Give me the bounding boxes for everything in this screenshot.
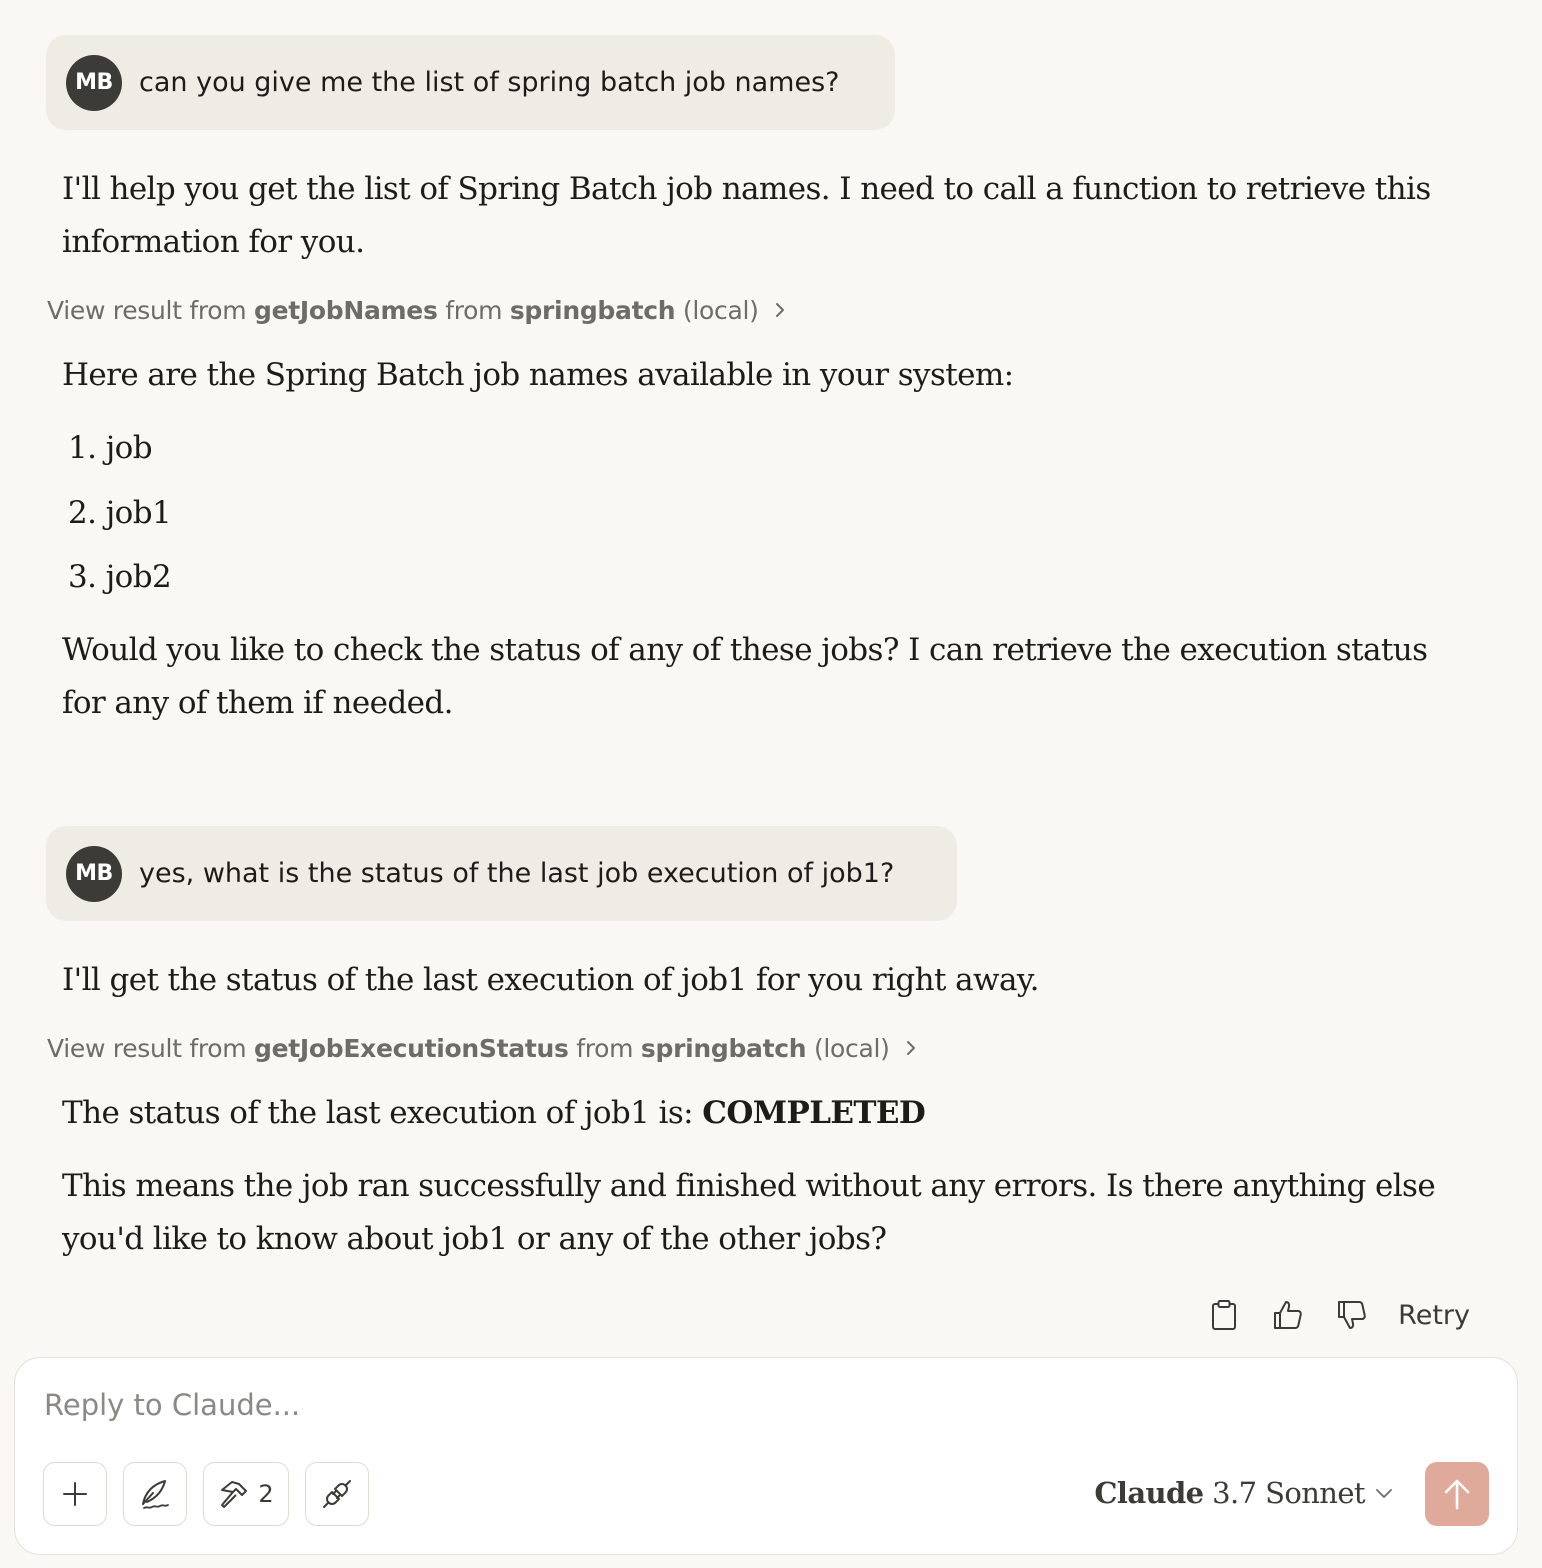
job-list: 1. job 2. job1 3. job2	[68, 416, 172, 610]
model-brand: Claude	[1094, 1476, 1204, 1510]
user-message-text: can you give me the list of spring batch…	[139, 67, 840, 98]
tool-result-prefix: View result from	[47, 295, 247, 325]
assistant-text: Here are the Spring Batch job names avai…	[62, 357, 1014, 393]
integrations-button[interactable]	[305, 1462, 369, 1526]
attach-button[interactable]	[43, 1462, 107, 1526]
chevron-down-icon	[1376, 1489, 1392, 1498]
tool-server-suffix: (local)	[682, 295, 759, 325]
chevron-right-icon	[775, 303, 784, 317]
hammer-icon	[221, 1481, 248, 1508]
tools-button[interactable]: 2	[203, 1462, 289, 1526]
style-button[interactable]	[123, 1462, 187, 1526]
tool-name: getJobNames	[253, 295, 438, 325]
list-item: 2. job1	[68, 481, 172, 546]
tool-result-mid: from	[445, 295, 503, 325]
tools-count: 2	[258, 1480, 274, 1508]
user-message: MB can you give me the list of spring ba…	[46, 35, 895, 130]
assistant-text: The status of the last execution of job1…	[62, 1087, 1442, 1140]
assistant-text: Would you like to check the status of an…	[62, 632, 1428, 721]
user-message: MB yes, what is the status of the last j…	[46, 826, 957, 921]
composer: 2 Claude 3.7 Sonnet	[14, 1357, 1518, 1555]
list-item: 1. job	[68, 416, 171, 481]
message-actions: Retry	[1204, 1290, 1470, 1340]
model-selector[interactable]: Claude 3.7 Sonnet	[1094, 1476, 1393, 1510]
thumbs-up-icon	[1274, 1301, 1302, 1329]
plug-icon	[323, 1480, 351, 1508]
tool-server: springbatch	[509, 295, 676, 325]
model-version: 3.7 Sonnet	[1212, 1476, 1365, 1510]
copy-button[interactable]	[1204, 1295, 1244, 1335]
list-item-number: 2.	[68, 494, 97, 531]
tool-result-link[interactable]: View result from getJobExecutionStatus f…	[47, 1030, 918, 1066]
status-prefix: The status of the last execution of job1…	[62, 1095, 694, 1131]
tool-name: getJobExecutionStatus	[253, 1033, 569, 1063]
list-item-text: job2	[105, 559, 172, 595]
clipboard-icon	[1212, 1300, 1237, 1330]
retry-button[interactable]: Retry	[1398, 1300, 1470, 1331]
tool-result-link[interactable]: View result from getJobNames from spring…	[47, 292, 787, 328]
arrow-up-icon	[1444, 1479, 1470, 1510]
tool-result-prefix: View result from	[47, 1033, 247, 1063]
status-value: COMPLETED	[702, 1095, 926, 1131]
list-item-text: job1	[105, 494, 172, 531]
thumbs-down-button[interactable]	[1332, 1295, 1372, 1335]
assistant-text: I'll get the status of the last executio…	[62, 962, 1040, 998]
assistant-text: I'll help you get the list of Spring Bat…	[62, 171, 1431, 260]
list-item-text: job	[105, 430, 153, 466]
tool-server: springbatch	[640, 1033, 807, 1063]
plus-icon	[63, 1482, 87, 1506]
tool-server-suffix: (local)	[813, 1033, 890, 1063]
pen-nib-icon	[142, 1480, 169, 1509]
assistant-text: This means the job ran successfully and …	[62, 1168, 1436, 1257]
avatar: MB	[66, 54, 122, 111]
avatar: MB	[66, 845, 122, 902]
list-item-number: 1.	[68, 430, 97, 466]
list-item-number: 3.	[68, 559, 97, 595]
send-button[interactable]	[1425, 1462, 1489, 1526]
thumbs-down-icon	[1338, 1301, 1366, 1329]
list-item: 3. job2	[68, 545, 172, 610]
tool-result-mid: from	[576, 1033, 634, 1063]
thumbs-up-button[interactable]	[1268, 1295, 1308, 1335]
user-message-text: yes, what is the status of the last job …	[139, 858, 895, 889]
chevron-right-icon	[906, 1041, 915, 1055]
reply-input[interactable]	[44, 1388, 1244, 1422]
